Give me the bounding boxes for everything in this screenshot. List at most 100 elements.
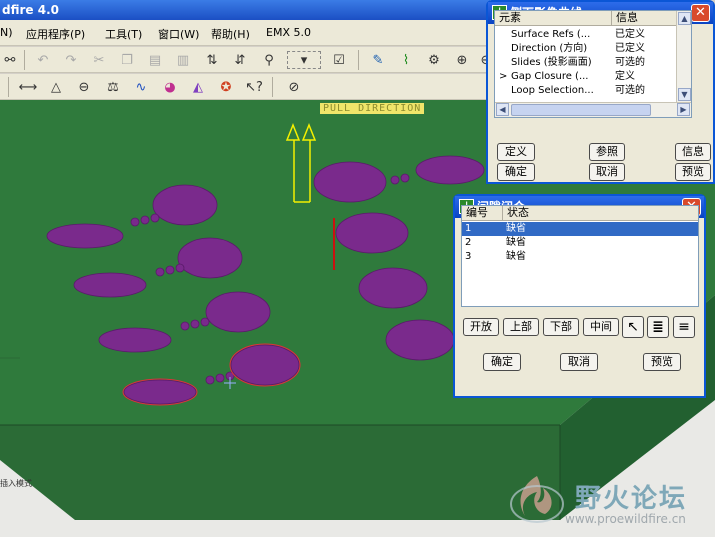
element-info: 可选的: [615, 85, 645, 96]
regenerate-icon[interactable]: ⇅: [202, 50, 222, 70]
curve-analysis-icon[interactable]: ∿: [131, 77, 151, 97]
selection-filter-icon[interactable]: ☑: [329, 50, 349, 70]
scroll-down-icon[interactable]: ▼: [678, 88, 691, 101]
toolbar-separator: [8, 77, 9, 97]
element-name: Loop Selection...: [511, 85, 594, 96]
cancel-button[interactable]: 取消: [589, 163, 625, 181]
vertical-scrollbar[interactable]: ▲ ▼: [676, 11, 691, 103]
element-name: Gap Closure (...: [511, 71, 589, 82]
zoom-in-icon[interactable]: ⊕: [452, 50, 472, 70]
draft-analysis-icon[interactable]: ◭: [188, 77, 208, 97]
selection-box-icon[interactable]: ▾: [287, 51, 321, 69]
list-item[interactable]: > Gap Closure (... 定义: [495, 70, 678, 84]
gap-number: 2: [465, 237, 472, 248]
menu-window[interactable]: 窗口(W): [158, 26, 199, 42]
pull-direction-label: PULL DIRECTION: [320, 103, 425, 114]
silhouette-curve-dialog: ↓ 侧面影像曲线 ✕ 元素 信息 Surface Refs (... 已定义 D…: [486, 0, 715, 184]
watermark-logo-icon: [510, 476, 564, 523]
watermark-url: www.proewildfire.cn: [565, 512, 686, 526]
column-header-element: 元素: [495, 11, 611, 26]
scroll-right-icon[interactable]: ▶: [677, 103, 690, 116]
regenerate-manager-icon[interactable]: ⇵: [230, 50, 250, 70]
list-item[interactable]: Loop Selection... 可选的: [495, 84, 678, 98]
measure-distance-icon[interactable]: ⟷: [18, 77, 38, 97]
current-item-marker: >: [499, 71, 508, 82]
measure-diameter-icon[interactable]: ⊖: [74, 77, 94, 97]
paste-special-icon[interactable]: ▥: [173, 50, 193, 70]
analysis-icon[interactable]: ⚙: [424, 50, 444, 70]
toolbar-separator: [358, 50, 359, 70]
info-button[interactable]: 信息: [675, 143, 711, 161]
scroll-up-icon[interactable]: ▲: [678, 12, 691, 25]
mass-properties-icon[interactable]: ⚖: [103, 77, 123, 97]
cancel-button[interactable]: 取消: [560, 353, 598, 371]
thick-lines-icon[interactable]: ≣: [647, 316, 669, 338]
toolbar-bottom: ⟷ △ ⊖ ⚖ ∿ ◕ ◭ ✪ ↖? ⊘: [0, 74, 490, 100]
sketch-icon[interactable]: ✎: [368, 50, 388, 70]
element-list[interactable]: 元素 信息 Surface Refs (... 已定义 Direction (方…: [494, 10, 692, 118]
watermark-name: 野火论坛: [575, 484, 688, 514]
define-button[interactable]: 定义: [497, 143, 535, 161]
redo-icon[interactable]: ↷: [61, 50, 81, 70]
app-title-bar: dfire 4.0: [0, 0, 490, 20]
list-item[interactable]: Direction (方向) 已定义: [495, 42, 678, 56]
menu-view[interactable]: N): [0, 26, 13, 39]
bottom-button[interactable]: 下部: [543, 318, 579, 336]
ok-button[interactable]: 确定: [497, 163, 535, 181]
element-name: Surface Refs (...: [511, 29, 591, 40]
open-button[interactable]: 开放: [463, 318, 499, 336]
gap-number: 1: [465, 223, 472, 234]
close-button[interactable]: ✕: [691, 4, 710, 22]
toolbar-separator: [272, 77, 273, 97]
preview-button[interactable]: 预览: [643, 353, 681, 371]
measure-area-icon[interactable]: △: [46, 77, 66, 97]
menu-bar: N) 应用程序(P) 工具(T) 窗口(W) 帮助(H) EMX 5.0: [0, 20, 490, 46]
curvature-icon[interactable]: ◕: [160, 77, 180, 97]
copy-icon[interactable]: ❐: [117, 50, 137, 70]
refs-button[interactable]: 参照: [589, 143, 625, 161]
preview-button[interactable]: 预览: [675, 163, 711, 181]
element-info: 定义: [615, 71, 635, 82]
link-icon[interactable]: ⚯: [0, 50, 20, 70]
undo-icon[interactable]: ↶: [33, 50, 53, 70]
element-info: 已定义: [615, 29, 645, 40]
paste-icon[interactable]: ▤: [145, 50, 165, 70]
ok-button[interactable]: 确定: [483, 353, 521, 371]
table-row[interactable]: 1 缺省: [462, 222, 698, 236]
find-icon[interactable]: ⚲: [259, 50, 279, 70]
gap-closure-dialog: ↓ 间隙闭合 ✕ 编号 状态 1 缺省 2 缺省 3 缺省 开放 上部 下部 中…: [453, 194, 706, 398]
cut-icon[interactable]: ✂: [89, 50, 109, 70]
column-header-number: 编号: [462, 206, 502, 221]
menu-applications[interactable]: 应用程序(P): [26, 26, 85, 42]
list-item[interactable]: Slides (投影画面) 可选的: [495, 56, 678, 70]
menu-tools[interactable]: 工具(T): [105, 26, 142, 42]
scroll-left-icon[interactable]: ◀: [496, 103, 509, 116]
top-button[interactable]: 上部: [503, 318, 539, 336]
horizontal-scrollbar[interactable]: ◀ ▶: [495, 102, 691, 117]
table-row[interactable]: 3 缺省: [462, 250, 698, 264]
pick-arrow-icon[interactable]: ↖: [622, 316, 644, 338]
table-row[interactable]: 2 缺省: [462, 236, 698, 250]
toolbar-separator: [24, 50, 25, 70]
whats-this-help-icon[interactable]: ↖?: [244, 77, 264, 97]
gap-status: 缺省: [506, 223, 526, 234]
element-info: 已定义: [615, 43, 645, 54]
column-header-status: 状态: [502, 206, 698, 221]
menu-help[interactable]: 帮助(H): [211, 26, 250, 42]
mode-label: 插入模式: [0, 479, 32, 488]
gap-status: 缺省: [506, 251, 526, 262]
element-name: Direction (方向): [511, 43, 588, 54]
menu-emx[interactable]: EMX 5.0: [266, 26, 311, 39]
gap-list[interactable]: 编号 状态 1 缺省 2 缺省 3 缺省: [461, 205, 699, 307]
shading-analysis-icon[interactable]: ✪: [216, 77, 236, 97]
scroll-thumb[interactable]: [511, 104, 651, 116]
datum-curve-icon[interactable]: ⌇: [396, 50, 416, 70]
list-item[interactable]: Surface Refs (... 已定义: [495, 28, 678, 42]
hide-icon[interactable]: ⊘: [284, 77, 304, 97]
column-header-info: 信息: [611, 11, 679, 26]
middle-button[interactable]: 中间: [583, 318, 619, 336]
thin-lines-icon[interactable]: ≡: [673, 316, 695, 338]
block-front-face: [0, 425, 560, 520]
element-info: 可选的: [615, 57, 645, 68]
gap-number: 3: [465, 251, 472, 262]
